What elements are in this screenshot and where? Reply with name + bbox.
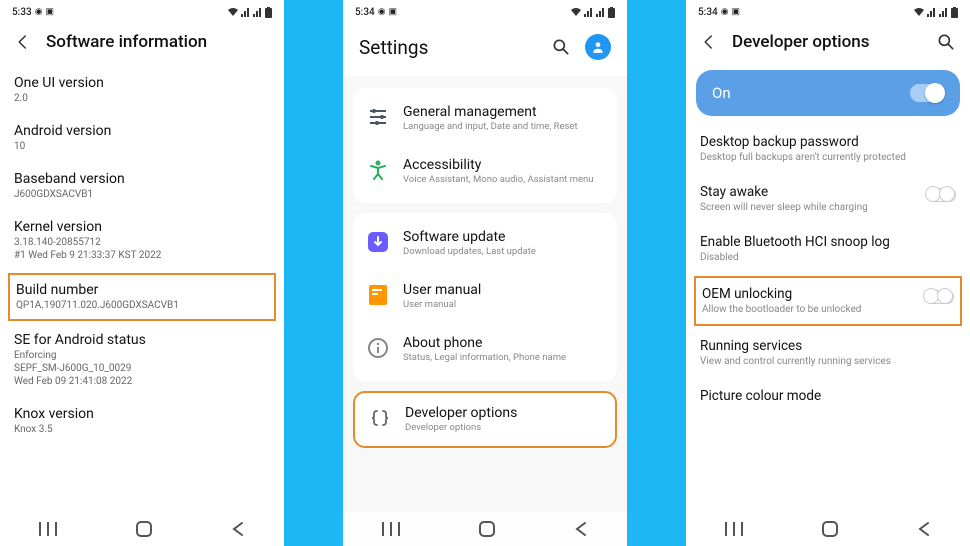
wifi-icon xyxy=(913,7,925,17)
page-title: Software information xyxy=(46,32,270,52)
braces-icon xyxy=(369,407,391,429)
toggle-off[interactable] xyxy=(926,188,956,202)
back-button[interactable] xyxy=(700,33,718,51)
settings-list[interactable]: General management Language and input, D… xyxy=(343,76,627,448)
signal-icon xyxy=(584,7,594,17)
screenshot-developer-options: 5:34 ◉ ▣ Developer options On Desktop ba… xyxy=(686,0,970,546)
row-accessibility[interactable]: Accessibility Voice Assistant, Mono audi… xyxy=(353,145,617,198)
row-software-update[interactable]: Software update Download updates, Last u… xyxy=(353,217,617,270)
signal-icon xyxy=(241,7,251,17)
status-time: 5:33 xyxy=(12,7,32,18)
accessibility-icon xyxy=(367,159,389,181)
nav-bar xyxy=(343,512,627,546)
oem-unlocking-highlighted[interactable]: OEM unlocking Allow the bootloader to be… xyxy=(694,276,962,326)
sliders-icon xyxy=(367,106,389,128)
nav-home[interactable] xyxy=(479,521,495,537)
page-title: Developer options xyxy=(732,32,922,52)
master-toggle[interactable]: On xyxy=(696,70,960,116)
picture-colour-mode[interactable]: Picture colour mode xyxy=(686,378,970,405)
status-time: 5:34 xyxy=(355,7,375,18)
card-general: General management Language and input, D… xyxy=(353,88,617,203)
status-icon-app1: ◉ xyxy=(378,7,386,17)
signal-icon xyxy=(927,7,937,17)
status-icon-app2: ▣ xyxy=(46,7,55,17)
header: Developer options xyxy=(686,22,970,66)
book-icon xyxy=(367,284,389,306)
bluetooth-hci-snoop[interactable]: Enable Bluetooth HCI snoop log Disabled xyxy=(686,224,970,274)
baseband-version[interactable]: Baseband version J600GDXSACVB1 xyxy=(0,162,284,210)
signal-icon-2 xyxy=(596,7,606,17)
settings-list[interactable]: On Desktop backup password Desktop full … xyxy=(686,70,970,405)
build-number-highlighted[interactable]: Build number QP1A.190711.020.J600GDXSACV… xyxy=(8,273,276,321)
wifi-icon xyxy=(570,7,582,17)
toggle-off[interactable] xyxy=(924,290,954,304)
nav-back[interactable] xyxy=(917,521,931,537)
status-icon-app1: ◉ xyxy=(721,7,729,17)
battery-icon xyxy=(951,7,958,18)
signal-icon-2 xyxy=(253,7,263,17)
profile-button[interactable] xyxy=(585,34,611,60)
status-icons-right xyxy=(570,7,615,18)
status-icons-right xyxy=(913,7,958,18)
info-icon xyxy=(367,337,389,359)
desktop-backup-password[interactable]: Desktop backup password Desktop full bac… xyxy=(686,124,970,174)
header: Software information xyxy=(0,22,284,66)
nav-back[interactable] xyxy=(574,521,588,537)
battery-icon xyxy=(265,7,272,18)
status-icon-app1: ◉ xyxy=(35,7,43,17)
battery-icon xyxy=(608,7,615,18)
row-developer-options[interactable]: Developer options Developer options xyxy=(355,393,615,446)
status-bar: 5:34 ◉ ▣ xyxy=(686,0,970,22)
wifi-icon xyxy=(227,7,239,17)
back-button[interactable] xyxy=(14,33,32,51)
nav-bar xyxy=(0,512,284,546)
android-version[interactable]: Android version 10 xyxy=(0,114,284,162)
page-title: Settings xyxy=(359,36,537,59)
card-system: Software update Download updates, Last u… xyxy=(353,213,617,381)
stay-awake[interactable]: Stay awake Screen will never sleep while… xyxy=(686,174,970,224)
screenshot-settings: 5:34 ◉ ▣ Settings General managemen xyxy=(343,0,627,546)
row-general-management[interactable]: General management Language and input, D… xyxy=(353,92,617,145)
status-icon-app2: ▣ xyxy=(732,7,741,17)
status-bar: 5:33 ◉ ▣ xyxy=(0,0,284,22)
nav-home[interactable] xyxy=(822,521,838,537)
status-bar: 5:34 ◉ ▣ xyxy=(343,0,627,22)
kernel-version[interactable]: Kernel version 3.18.140-20855712 #1 Wed … xyxy=(0,210,284,271)
signal-icon-2 xyxy=(939,7,949,17)
running-services[interactable]: Running services View and control curren… xyxy=(686,328,970,378)
screenshot-software-info: 5:33 ◉ ▣ Software information One UI ver… xyxy=(0,0,284,546)
search-button[interactable] xyxy=(936,32,956,52)
status-icon-app2: ▣ xyxy=(389,7,398,17)
knox-version[interactable]: Knox version Knox 3.5 xyxy=(0,397,284,436)
search-button[interactable] xyxy=(551,37,571,57)
nav-recents[interactable] xyxy=(725,522,743,536)
toggle-switch-on[interactable] xyxy=(910,84,944,102)
row-user-manual[interactable]: User manual User manual xyxy=(353,270,617,323)
settings-list[interactable]: One UI version 2.0 Android version 10 Ba… xyxy=(0,66,284,436)
nav-home[interactable] xyxy=(136,521,152,537)
status-time: 5:34 xyxy=(698,7,718,18)
row-about-phone[interactable]: About phone Status, Legal information, P… xyxy=(353,323,617,376)
nav-back[interactable] xyxy=(231,521,245,537)
card-developer-highlighted: Developer options Developer options xyxy=(353,391,617,448)
header: Settings xyxy=(343,22,627,76)
status-icons-right xyxy=(227,7,272,18)
nav-recents[interactable] xyxy=(39,522,57,536)
se-android-status[interactable]: SE for Android status Enforcing SEPF_SM-… xyxy=(0,323,284,397)
nav-recents[interactable] xyxy=(382,522,400,536)
download-icon xyxy=(367,231,389,253)
nav-bar xyxy=(686,512,970,546)
one-ui-version[interactable]: One UI version 2.0 xyxy=(0,66,284,114)
